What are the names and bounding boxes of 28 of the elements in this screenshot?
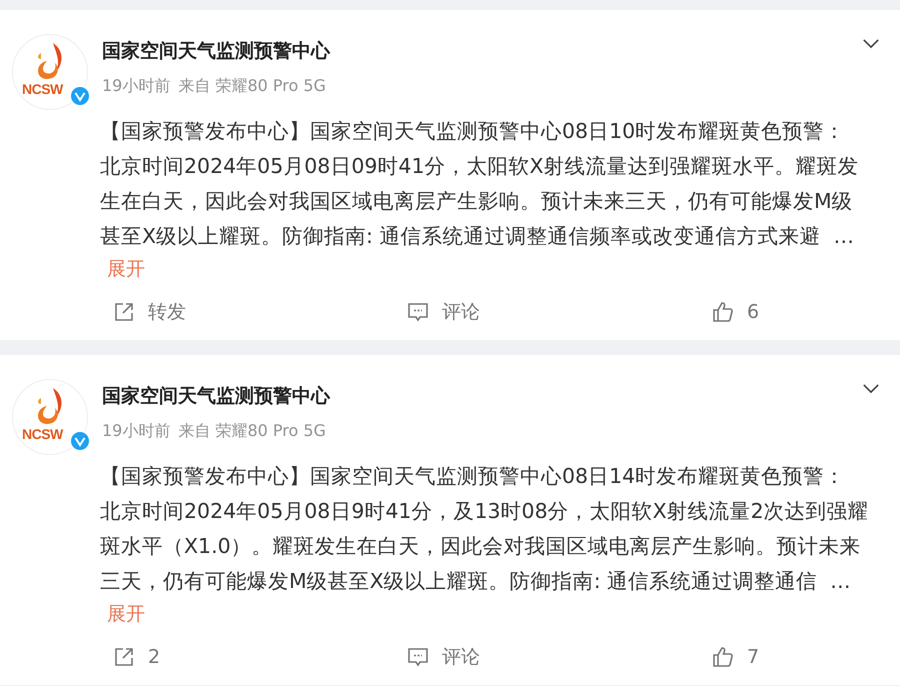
author-name[interactable]: 国家空间天气监测预警中心	[102, 383, 862, 409]
comment-icon[interactable]	[406, 645, 430, 669]
thumbs-up-icon[interactable]	[711, 300, 735, 324]
comment-icon[interactable]	[406, 300, 430, 324]
thumbs-up-icon[interactable]	[711, 645, 735, 669]
post-text: 【国家预警发布中心】国家空间天气监测预警中心08日14时发布耀斑黄色预警： 北京时间2024年05月08日9时41分，及13时08分，太阳软X射线流量2次达到强耀 斑水平（X1.0）。耀斑发生在白天，因此会对我国区域电离层产生影响。预计未来 三天，仍有可能爆发M级甚至X级以上耀斑。防御指南: 通信系统通过调整通信 …	[100, 463, 870, 595]
action-label[interactable]: 转发	[148, 299, 186, 325]
action-label[interactable]: 2	[148, 646, 160, 668]
avatar-logo[interactable]: NCSW	[12, 379, 88, 455]
avatar-logo[interactable]: NCSW	[12, 34, 88, 110]
logo-text: NCSW	[22, 426, 63, 442]
action-label[interactable]: 评论	[442, 644, 480, 670]
post-text: 【国家预警发布中心】国家空间天气监测预警中心08日10时发布耀斑黄色预警： 北京时间2024年05月08日09时41分，太阳软X射线流量达到强耀斑水平。耀斑发 生在白天，因此会对我国区域电离层产生影响。预计未来三天，仍有可能爆发M级 甚至X级以上耀斑。防御指南: 通信系统通过调整通信频率或改变通信方式来避 …	[100, 118, 860, 250]
share-icon[interactable]	[112, 300, 136, 324]
action-label[interactable]: 7	[747, 646, 760, 668]
expand-link[interactable]: 展开	[107, 254, 145, 284]
action-label[interactable]: 6	[747, 301, 760, 323]
post-source: 来自 荣耀80 Pro 5G	[178, 76, 326, 97]
chevron-down-icon[interactable]	[862, 38, 880, 49]
expand-link[interactable]: 展开	[107, 599, 145, 629]
share-icon[interactable]	[112, 645, 136, 669]
post-time: 19小时前	[102, 76, 170, 97]
post-source: 来自 荣耀80 Pro 5G	[178, 421, 326, 442]
post-time: 19小时前	[102, 421, 170, 442]
action-label[interactable]: 评论	[442, 299, 480, 325]
author-name[interactable]: 国家空间天气监测预警中心	[102, 38, 862, 64]
chevron-down-icon[interactable]	[862, 383, 880, 394]
logo-text: NCSW	[22, 81, 63, 97]
